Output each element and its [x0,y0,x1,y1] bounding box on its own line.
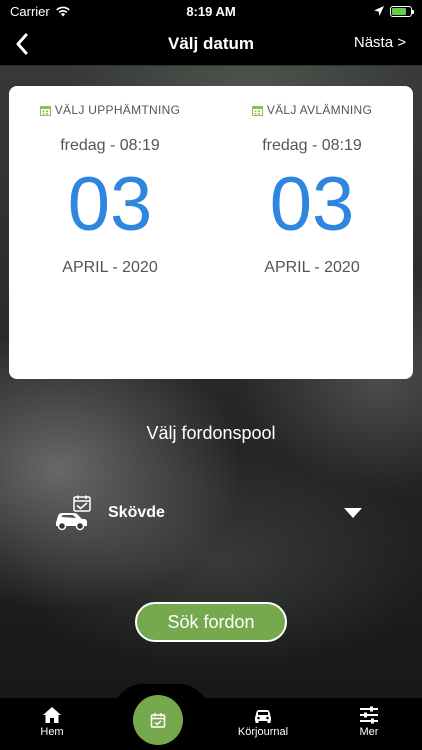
vehicle-pool-select[interactable]: Skövde [52,490,362,536]
date-card: VÄLJ UPPHÄMTNING fredag - 08:19 03 APRIL… [9,86,413,379]
calendar-icon [39,105,51,116]
chevron-down-icon [344,508,362,518]
car-calendar-icon [56,495,91,531]
pickup-day: 03 [67,162,153,247]
tab-more[interactable]: Mer [334,698,404,748]
vehicle-pool-value: Skövde [108,504,165,521]
dropoff-date-picker[interactable]: VÄLJ AVLÄMNING fredag - 08:19 03 APRIL -… [211,86,413,277]
sliders-icon [360,706,378,724]
dropoff-label: VÄLJ AVLÄMNING [266,103,373,117]
location-arrow-icon [374,6,384,16]
tab-driving-log-label: Körjournal [237,726,289,738]
tab-booking[interactable] [133,695,183,745]
tab-more-label: Mer [359,726,379,738]
battery-fill [392,7,406,15]
back-button[interactable] [8,28,36,60]
pickup-month-year: APRIL - 2020 [62,259,158,276]
calendar-check-icon [150,713,166,728]
next-button[interactable]: Nästa > [354,34,406,51]
pickup-label: VÄLJ UPPHÄMTNING [54,103,181,117]
dropoff-month-year: APRIL - 2020 [264,259,360,276]
carrier-label: Carrier [10,3,50,19]
navigation-bar: Välj datum Nästa > [0,22,422,66]
status-left: Carrier [10,4,71,19]
tab-home[interactable]: Hem [17,698,87,748]
page-title: Välj datum [168,33,254,53]
pickup-date-picker[interactable]: VÄLJ UPPHÄMTNING fredag - 08:19 03 APRIL… [9,86,211,277]
dropoff-time: fredag - 08:19 [262,137,362,154]
vehicle-pool-heading: Välj fordonspool [146,423,276,443]
pickup-label-row: VÄLJ UPPHÄMTNING [9,103,211,117]
tab-driving-log[interactable]: Körjournal [228,698,298,748]
home-icon [43,707,61,723]
tab-home-label: Hem [40,726,64,738]
battery-icon [390,5,414,17]
chevron-left-icon [16,33,28,55]
search-vehicles-button[interactable]: Sök fordon [135,602,287,642]
car-icon [255,710,271,723]
wifi-icon [55,6,70,17]
calendar-icon [251,105,263,116]
dropoff-label-row: VÄLJ AVLÄMNING [211,103,413,117]
dropoff-day: 03 [269,162,355,247]
status-right [374,5,414,17]
status-bar: Carrier 8:19 AM [0,0,422,22]
pickup-time: fredag - 08:19 [60,137,160,154]
